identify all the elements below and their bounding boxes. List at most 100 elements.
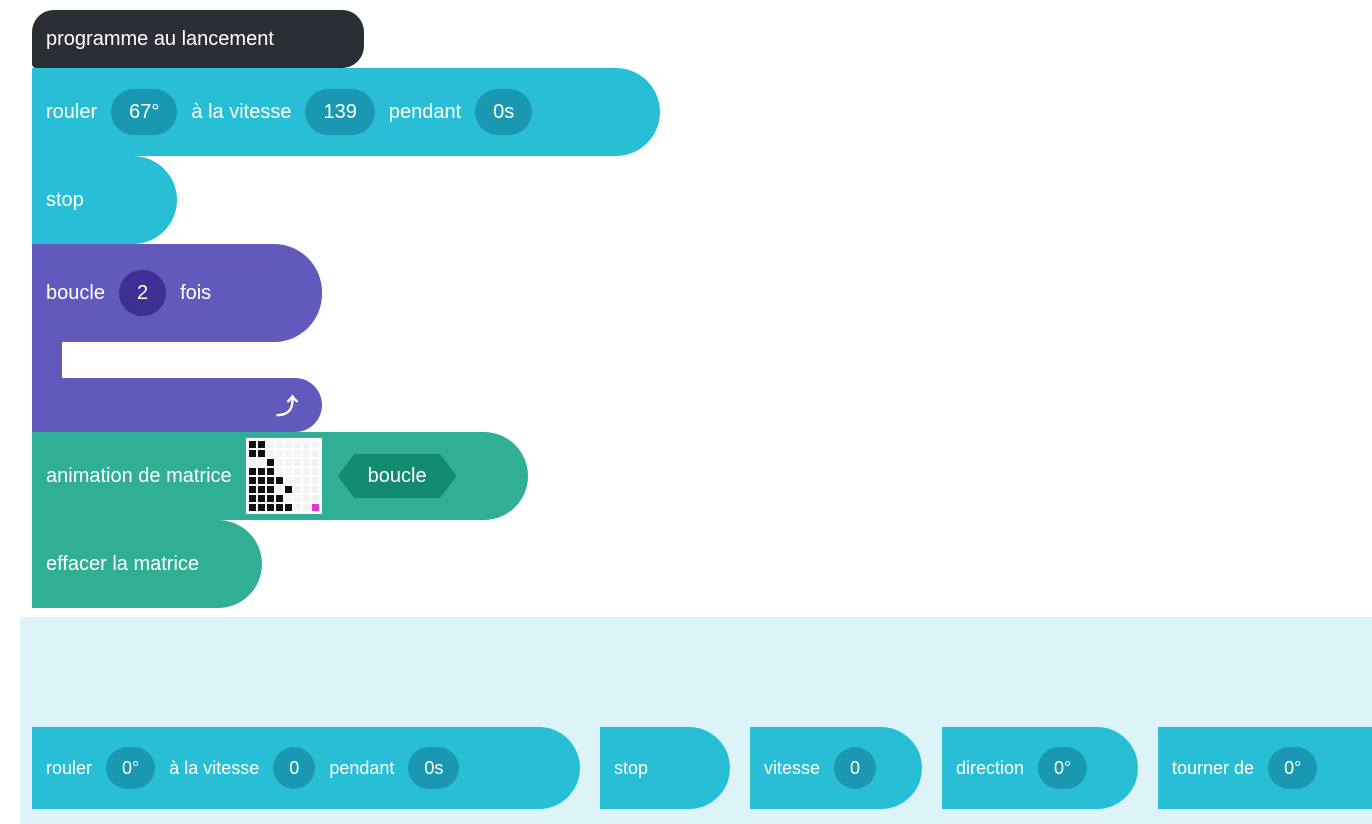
loop-count-input[interactable]: 2 bbox=[118, 270, 167, 316]
matrix-pixel bbox=[275, 450, 283, 457]
hat-block-label: programme au lancement bbox=[46, 27, 274, 50]
palette-direction-block[interactable]: direction 0° bbox=[942, 727, 1138, 809]
matrix-pixel bbox=[284, 495, 292, 502]
matrix-animation-block[interactable]: animation de matrice boucle bbox=[32, 432, 528, 520]
animation-mode-dropdown[interactable]: boucle bbox=[337, 454, 457, 498]
matrix-pixel bbox=[266, 450, 274, 457]
stop-label: stop bbox=[46, 188, 84, 211]
matrix-thumbnail[interactable] bbox=[245, 438, 322, 514]
palette-angle-input[interactable]: 0° bbox=[106, 747, 156, 789]
matrix-pixel bbox=[266, 468, 274, 475]
matrix-pixel bbox=[284, 441, 292, 448]
matrix-pixel bbox=[293, 441, 301, 448]
palette-duration-label: pendant bbox=[329, 757, 395, 778]
matrix-pixel bbox=[293, 495, 301, 502]
matrix-pixel bbox=[275, 486, 283, 493]
matrix-pixel bbox=[284, 486, 292, 493]
matrix-pixel bbox=[266, 504, 274, 511]
matrix-pixel bbox=[248, 495, 256, 502]
palette-speed-block[interactable]: vitesse 0 bbox=[750, 727, 922, 809]
palette-direction-input[interactable]: 0° bbox=[1038, 747, 1088, 789]
matrix-pixel bbox=[302, 459, 310, 466]
palette-speed-input[interactable]: 0 bbox=[273, 747, 316, 789]
matrix-pixel bbox=[266, 477, 274, 484]
matrix-pixel bbox=[311, 459, 319, 466]
matrix-pixel bbox=[293, 486, 301, 493]
matrix-pixel bbox=[275, 495, 283, 502]
palette-stop-label: stop bbox=[614, 757, 649, 778]
matrix-pixel bbox=[257, 504, 265, 511]
palette-duration-input[interactable]: 0s bbox=[408, 747, 460, 789]
hat-block-program-start[interactable]: programme au lancement bbox=[32, 10, 364, 68]
matrix-pixel bbox=[311, 504, 319, 511]
palette-turn-input[interactable]: 0° bbox=[1268, 747, 1318, 789]
loop-header[interactable]: boucle 2 fois bbox=[32, 244, 322, 342]
matrix-pixel bbox=[293, 477, 301, 484]
matrix-pixel bbox=[311, 441, 319, 448]
matrix-pixel bbox=[293, 468, 301, 475]
matrix-pixel bbox=[248, 441, 256, 448]
matrix-pixel bbox=[248, 477, 256, 484]
matrix-pixel bbox=[293, 459, 301, 466]
matrix-pixel bbox=[266, 459, 274, 466]
duration-label: pendant bbox=[388, 100, 462, 123]
matrix-pixel bbox=[302, 468, 310, 475]
matrix-pixel bbox=[311, 486, 319, 493]
palette-speed-label: à la vitesse bbox=[169, 757, 260, 778]
clear-matrix-label: effacer la matrice bbox=[46, 552, 200, 575]
matrix-pixel bbox=[275, 477, 283, 484]
matrix-pixel bbox=[275, 468, 283, 475]
palette-turn-block[interactable]: tourner de 0° bbox=[1158, 727, 1372, 809]
matrix-pixel bbox=[266, 486, 274, 493]
matrix-pixel bbox=[284, 477, 292, 484]
matrix-pixel bbox=[302, 477, 310, 484]
matrix-pixel bbox=[257, 441, 265, 448]
matrix-pixel bbox=[293, 450, 301, 457]
clear-matrix-block[interactable]: effacer la matrice bbox=[32, 520, 262, 608]
speed-input[interactable]: 139 bbox=[305, 89, 375, 135]
matrix-pixel bbox=[248, 504, 256, 511]
palette-direction-label: direction bbox=[956, 757, 1025, 778]
stop-block[interactable]: stop bbox=[32, 156, 177, 244]
matrix-pixel bbox=[302, 504, 310, 511]
matrix-animation-label: animation de matrice bbox=[46, 464, 232, 487]
block-palette: rouler 0° à la vitesse 0 pendant 0s stop… bbox=[20, 617, 1372, 824]
loop-arrow-icon: ⤴ bbox=[275, 394, 298, 419]
matrix-pixel bbox=[293, 504, 301, 511]
roll-block[interactable]: rouler 67° à la vitesse 139 pendant 0s bbox=[32, 68, 660, 156]
matrix-pixel bbox=[248, 450, 256, 457]
palette-roll-block[interactable]: rouler 0° à la vitesse 0 pendant 0s bbox=[32, 727, 580, 809]
matrix-pixel bbox=[302, 495, 310, 502]
matrix-pixel bbox=[302, 441, 310, 448]
matrix-pixel bbox=[275, 459, 283, 466]
matrix-pixel bbox=[257, 450, 265, 457]
loop-suffix-label: fois bbox=[180, 281, 212, 304]
palette-speed-block-input[interactable]: 0 bbox=[834, 747, 877, 789]
matrix-pixel bbox=[266, 495, 274, 502]
palette-stop-block[interactable]: stop bbox=[600, 727, 730, 809]
matrix-pixel bbox=[284, 468, 292, 475]
angle-input[interactable]: 67° bbox=[111, 89, 178, 135]
palette-speed-block-label: vitesse bbox=[764, 757, 821, 778]
palette-roll-label: rouler bbox=[46, 757, 93, 778]
matrix-pixel bbox=[311, 495, 319, 502]
matrix-pixel bbox=[257, 459, 265, 466]
duration-input[interactable]: 0s bbox=[475, 89, 533, 135]
roll-label: rouler bbox=[46, 100, 98, 123]
matrix-pixel bbox=[311, 477, 319, 484]
matrix-pixel bbox=[311, 468, 319, 475]
matrix-pixel bbox=[284, 459, 292, 466]
palette-turn-label: tourner de bbox=[1172, 757, 1255, 778]
matrix-pixel bbox=[284, 504, 292, 511]
matrix-pixel bbox=[257, 495, 265, 502]
matrix-pixel bbox=[311, 450, 319, 457]
matrix-pixel bbox=[302, 450, 310, 457]
loop-footer[interactable]: ⤴ bbox=[32, 378, 322, 432]
matrix-pixel bbox=[257, 477, 265, 484]
matrix-pixel bbox=[257, 486, 265, 493]
matrix-pixel bbox=[248, 468, 256, 475]
matrix-pixel bbox=[275, 441, 283, 448]
matrix-pixel bbox=[248, 486, 256, 493]
matrix-pixel bbox=[275, 504, 283, 511]
matrix-pixel bbox=[266, 441, 274, 448]
